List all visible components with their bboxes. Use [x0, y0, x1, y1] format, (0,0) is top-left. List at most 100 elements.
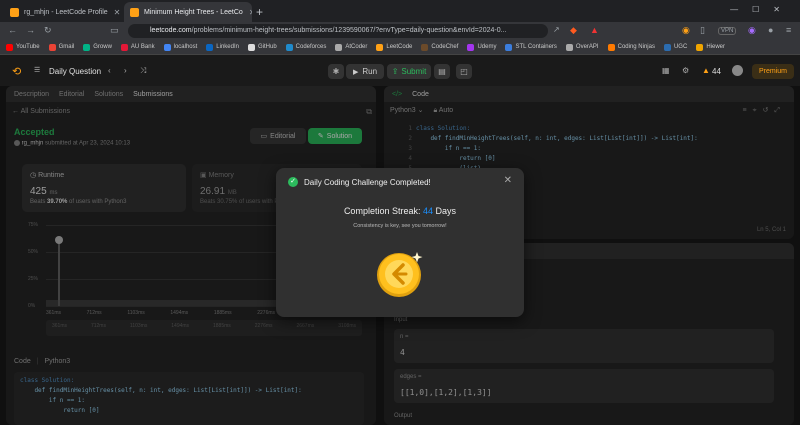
- bookmark-codeforces[interactable]: Codeforces: [285, 43, 327, 51]
- sidebar-icon[interactable]: ▯: [700, 25, 705, 36]
- leetcode-top-nav: ⟲ ☰ Daily Question ‹ › ⤨ ✱ ▶ Run ⇪ Submit …: [0, 56, 800, 86]
- bookmark-label: Codeforces: [295, 44, 327, 50]
- bookmark-udemy[interactable]: Udemy: [467, 43, 497, 51]
- prev-problem-icon[interactable]: ‹: [108, 66, 111, 75]
- streak-fire-icon[interactable]: ▲: [702, 66, 710, 75]
- bookmarks-bar: YouTube Gmail Groww AU Bank localhost LinkedI…: [0, 40, 800, 55]
- share-icon[interactable]: ↗: [553, 25, 560, 34]
- bookmark-favicon-icon: [663, 43, 671, 51]
- bookmark-atcoder[interactable]: AtCoder: [335, 43, 368, 51]
- brave-rewards-icon[interactable]: ▲: [590, 25, 599, 35]
- submit-button[interactable]: ⇪ Submit: [387, 64, 431, 79]
- problem-list-label[interactable]: Daily Question: [49, 67, 101, 76]
- bookmark-page-icon[interactable]: ▭: [110, 25, 119, 36]
- bookmark-label: localhost: [173, 44, 198, 50]
- bookmark-label: LeetCode: [386, 44, 413, 50]
- bookmark-coding-ninjas[interactable]: Coding Ninjas: [607, 43, 655, 51]
- bookmark-favicon-icon: [505, 43, 513, 51]
- extension-icon[interactable]: ◉: [682, 25, 690, 36]
- modal-title: Daily Coding Challenge Completed!: [304, 178, 431, 187]
- bookmark-favicon-icon: [48, 43, 56, 51]
- address-bar-row: ← → ↻ ▭ leetcode.com/problems/minimum-he…: [0, 22, 800, 40]
- bookmark-favicon-icon: [376, 43, 384, 51]
- browser-tab-profile[interactable]: rg_mhjn - LeetCode Profile ✕: [4, 2, 122, 22]
- bookmark-label: Hiewer: [706, 44, 725, 50]
- menu-icon[interactable]: ≡: [786, 25, 791, 35]
- bookmark-ugc[interactable]: UGC: [663, 43, 688, 51]
- bookmark-favicon-icon: [120, 43, 128, 51]
- bookmark-linkedin[interactable]: LinkedIn: [206, 43, 239, 51]
- leetcode-logo-icon[interactable]: ⟲: [12, 65, 21, 78]
- bookmark-label: GitHub: [257, 44, 277, 50]
- vpn-button[interactable]: VPN: [718, 27, 737, 35]
- play-icon: ▶: [352, 68, 359, 76]
- layout-icon[interactable]: ▦: [662, 66, 670, 75]
- daily-challenge-modal: ✓ Daily Coding Challenge Completed! ✕ Co…: [276, 168, 524, 317]
- settings-gear-icon[interactable]: ⚙: [682, 66, 689, 75]
- whiteboard-icon[interactable]: ◰: [456, 64, 472, 79]
- bookmark-groww[interactable]: Groww: [83, 43, 112, 51]
- problem-list-icon[interactable]: ☰: [34, 66, 40, 74]
- forward-arrow-icon[interactable]: →: [26, 25, 35, 35]
- profile-avatar[interactable]: ●: [768, 25, 773, 35]
- bookmark-favicon-icon: [6, 43, 13, 51]
- debug-icon[interactable]: ✱: [328, 64, 344, 79]
- bookmark-favicon-icon: [696, 43, 704, 51]
- reload-icon[interactable]: ↻: [44, 25, 52, 36]
- run-button[interactable]: ▶ Run: [346, 64, 384, 79]
- bookmark-favicon-icon: [285, 43, 293, 51]
- bookmark-favicon-icon: [335, 43, 343, 51]
- bookmark-label: AtCoder: [345, 44, 368, 50]
- url-path: /problems/minimum-height-trees/submissio…: [191, 27, 507, 34]
- leetcode-favicon-icon: [10, 7, 19, 17]
- bookmark-label: LinkedIn: [216, 44, 239, 50]
- wallet-icon[interactable]: ◉: [748, 25, 756, 36]
- bookmark-favicon-icon: [163, 43, 171, 51]
- back-arrow-icon[interactable]: ←: [8, 25, 17, 35]
- close-icon[interactable]: ✕: [504, 175, 512, 186]
- bookmark-localhost[interactable]: localhost: [163, 43, 198, 51]
- bookmark-label: Udemy: [477, 44, 497, 50]
- bookmark-favicon-icon: [421, 43, 429, 51]
- shuffle-icon[interactable]: ⤨: [140, 66, 146, 76]
- bookmark-label: CodeChef: [431, 44, 459, 50]
- tab-label: rg_mhjn - LeetCode Profile: [24, 8, 108, 16]
- completion-streak: Completion Streak: 44 Days: [343, 206, 457, 216]
- browser-tab-problem[interactable]: Minimum Height Trees - LeetCo ✕: [124, 2, 252, 22]
- premium-button[interactable]: Premium: [752, 64, 794, 79]
- bookmark-codechef[interactable]: CodeChef: [421, 43, 459, 51]
- bookmark-favicon-icon: [83, 43, 91, 51]
- new-tab-icon[interactable]: +: [256, 5, 263, 19]
- bookmark-label: Coding Ninjas: [617, 44, 655, 50]
- leetcode-coin-icon: [377, 252, 423, 297]
- bookmark-overapi[interactable]: OverAPI: [565, 43, 599, 51]
- modal-subtitle: Consistency is key, see you tomorrow!: [353, 223, 447, 229]
- bookmark-gmail[interactable]: Gmail: [48, 43, 75, 51]
- user-avatar[interactable]: [732, 65, 743, 76]
- bookmark-label: Groww: [93, 44, 112, 50]
- bookmark-github[interactable]: GitHub: [247, 43, 277, 51]
- upload-icon: ⇪: [391, 67, 399, 76]
- next-problem-icon[interactable]: ›: [124, 66, 127, 75]
- bookmark-favicon-icon: [206, 43, 214, 51]
- bookmark-au-bank[interactable]: AU Bank: [120, 43, 155, 51]
- window-controls[interactable]: —☐✕: [730, 5, 794, 14]
- bookmark-label: AU Bank: [130, 44, 155, 50]
- close-icon[interactable]: ✕: [108, 8, 121, 17]
- bookmark-youtube[interactable]: YouTube: [6, 43, 40, 51]
- browser-tab-bar: rg_mhjn - LeetCode Profile ✕ Minimum Hei…: [0, 0, 800, 22]
- bookmark-hiewer[interactable]: Hiewer: [696, 43, 725, 51]
- bookmark-label: OverAPI: [575, 44, 599, 50]
- close-icon[interactable]: ✕: [243, 8, 252, 17]
- url-input[interactable]: leetcode.com/problems/minimum-height-tre…: [128, 24, 548, 38]
- bookmark-favicon-icon: [247, 43, 255, 51]
- streak-count[interactable]: 44: [712, 67, 721, 76]
- bookmark-label: Gmail: [58, 44, 75, 50]
- check-circle-icon: ✓: [288, 177, 298, 187]
- notes-icon[interactable]: ▤: [434, 64, 450, 79]
- bookmark-label: UGC: [673, 44, 688, 50]
- brave-shield-icon[interactable]: ◆: [570, 25, 577, 36]
- bookmark-leetcode[interactable]: LeetCode: [376, 43, 413, 51]
- url-domain: leetcode.com: [150, 27, 192, 34]
- bookmark-stl-containers[interactable]: STL Containers: [505, 43, 557, 51]
